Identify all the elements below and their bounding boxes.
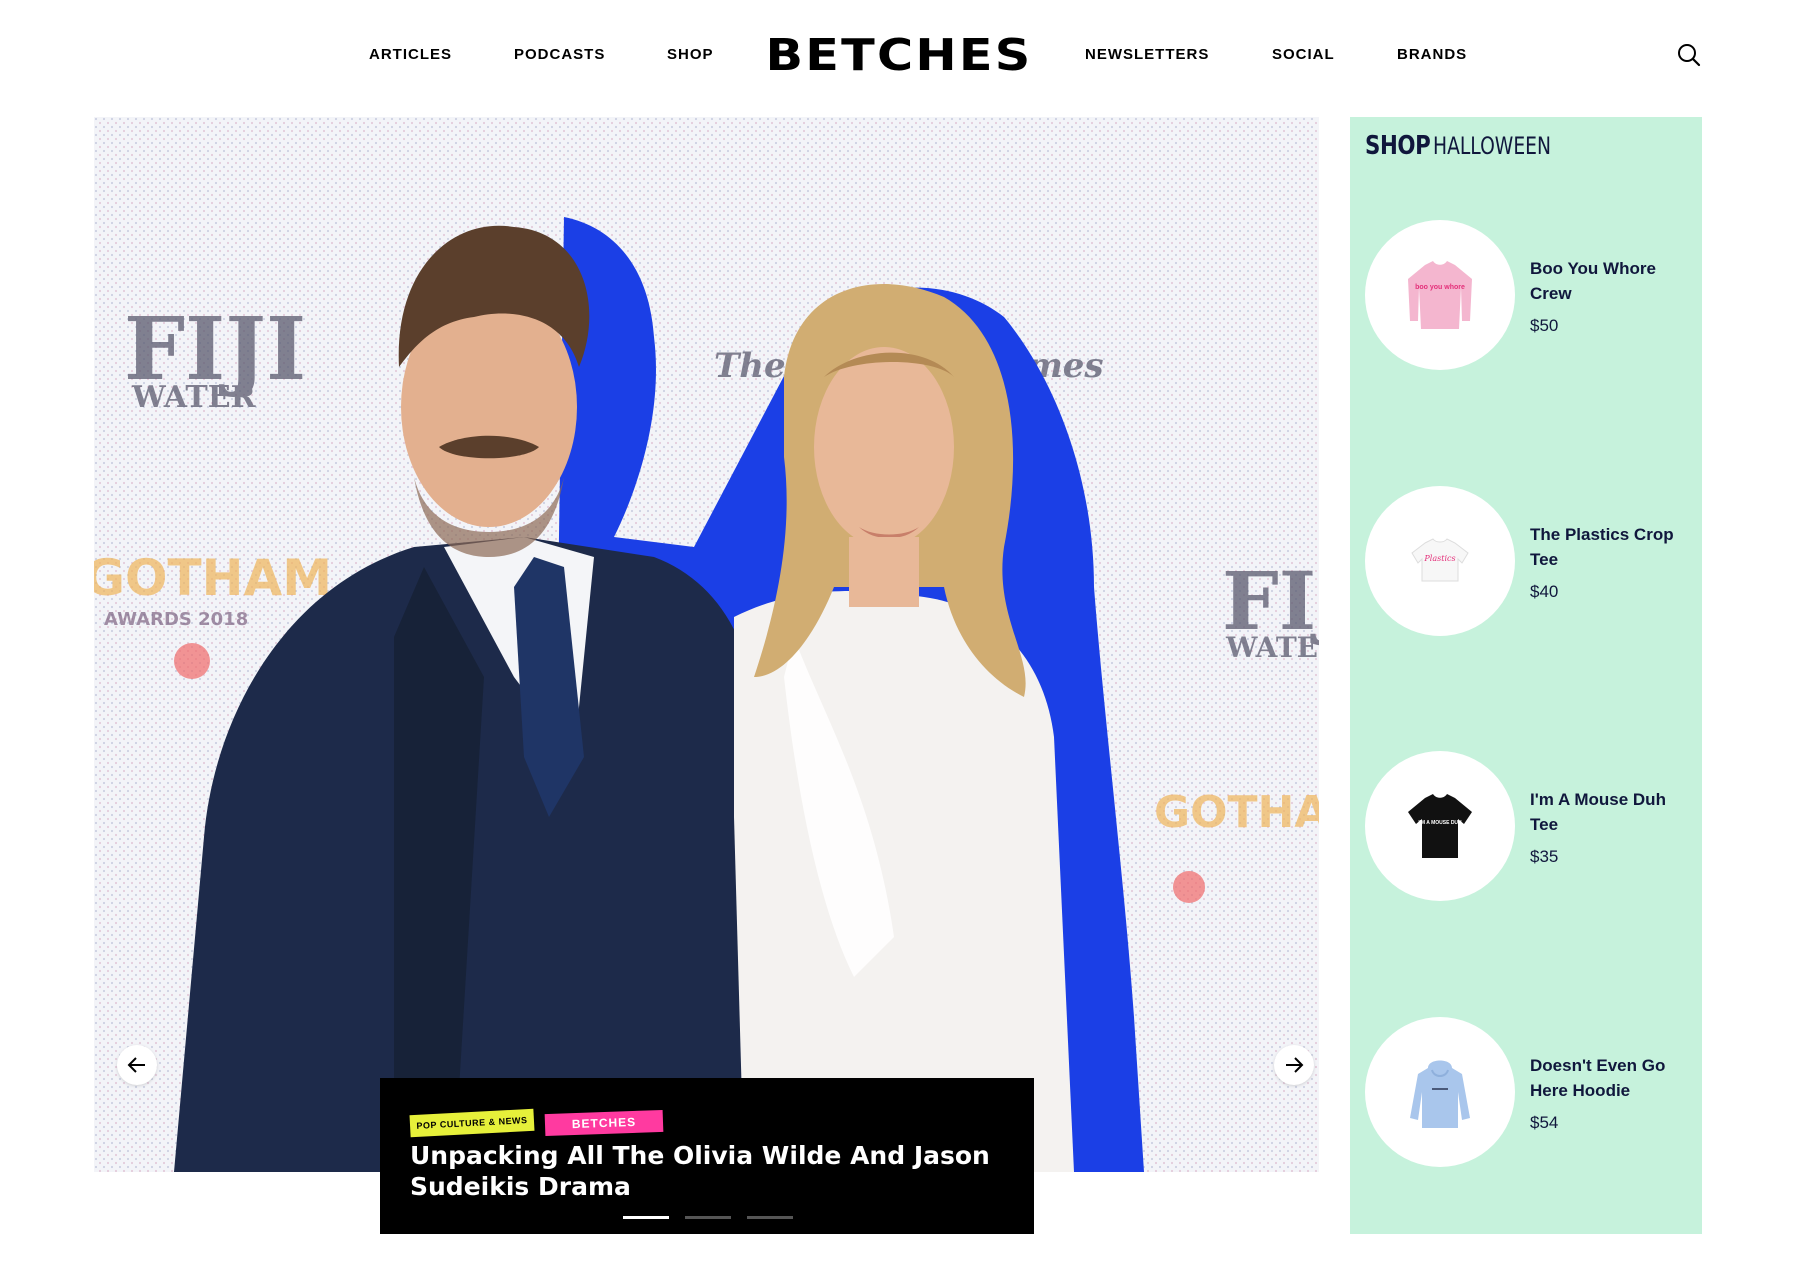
brand-tag[interactable]: BETCHES <box>544 1109 664 1137</box>
crop-tee-icon: Plastics <box>1411 538 1469 582</box>
product-name[interactable]: The Plastics Crop Tee <box>1530 522 1695 572</box>
nav-articles[interactable]: ARTICLES <box>369 46 452 63</box>
product-name[interactable]: I'm A Mouse Duh Tee <box>1530 787 1695 837</box>
product-name[interactable]: Doesn't Even Go Here Hoodie <box>1530 1053 1695 1103</box>
sweatshirt-icon: boo you whore <box>1408 261 1472 329</box>
carousel-next-button[interactable] <box>1274 1045 1314 1085</box>
backdrop-target-right <box>1173 871 1205 903</box>
nav-shop[interactable]: SHOP <box>667 46 714 63</box>
shop-title-bold: SHOP <box>1365 131 1431 161</box>
hoodie-icon <box>1410 1060 1470 1128</box>
backdrop-water-right: WATER <box>1225 631 1319 664</box>
product-thumbnail[interactable]: Plastics <box>1365 486 1515 636</box>
hero-image[interactable]: FIJI WATER The New York Times FIJI WATER… <box>94 117 1319 1172</box>
search-icon <box>1678 44 1701 67</box>
product-thumbnail[interactable] <box>1365 1017 1515 1167</box>
arrow-left-icon <box>127 1057 145 1073</box>
product-card[interactable]: I'M A MOUSE DUH I'm A Mouse Duh Tee $35 <box>1365 751 1695 901</box>
search-button[interactable] <box>1676 42 1702 68</box>
hero-headline[interactable]: Unpacking All The Olivia Wilde And Jason… <box>410 1140 1010 1202</box>
carousel-prev-button[interactable] <box>117 1045 157 1085</box>
carousel-indicators <box>623 1216 793 1219</box>
tshirt-icon: I'M A MOUSE DUH <box>1408 794 1472 858</box>
nav-podcasts[interactable]: PODCASTS <box>514 46 605 63</box>
product-card[interactable]: boo you whore Boo You Whore Crew $50 <box>1365 220 1695 370</box>
carousel-dot-1[interactable] <box>623 1216 669 1219</box>
product-price: $35 <box>1530 847 1559 866</box>
product-print: I'M A MOUSE DUH <box>1418 820 1462 826</box>
nav-brands[interactable]: BRANDS <box>1397 46 1467 63</box>
product-card[interactable]: Doesn't Even Go Here Hoodie $54 <box>1365 1017 1695 1167</box>
product-price: $50 <box>1530 316 1559 335</box>
backdrop-gotham-right: GOTHAM <box>1154 787 1319 838</box>
backdrop-gotham-left: GOTHAM <box>94 549 332 607</box>
hero-carousel: FIJI WATER The New York Times FIJI WATER… <box>94 117 1319 1172</box>
backdrop-awards-left: AWARDS 2018 <box>104 609 248 630</box>
backdrop-water-left: WATER <box>131 380 257 415</box>
category-tag[interactable]: POP CULTURE & NEWS <box>409 1108 535 1138</box>
shop-halloween-panel: SHOP HALLOWEEN boo you whore Boo You Who… <box>1350 117 1702 1234</box>
product-thumbnail[interactable]: I'M A MOUSE DUH <box>1365 751 1515 901</box>
product-thumbnail[interactable]: boo you whore <box>1365 220 1515 370</box>
carousel-dot-2[interactable] <box>685 1216 731 1219</box>
nav-newsletters[interactable]: NEWSLETTERS <box>1085 46 1209 63</box>
carousel-dot-3[interactable] <box>747 1216 793 1219</box>
product-print: boo you whore <box>1415 284 1465 291</box>
product-price: $40 <box>1530 582 1559 601</box>
product-price: $54 <box>1530 1113 1559 1132</box>
product-name[interactable]: Boo You Whore Crew <box>1530 256 1695 306</box>
backdrop-target-left <box>174 643 210 679</box>
arrow-right-icon <box>1286 1057 1304 1073</box>
shop-title[interactable]: SHOP HALLOWEEN <box>1365 131 1584 161</box>
shop-title-light: HALLOWEEN <box>1432 132 1551 160</box>
product-print: Plastics <box>1423 554 1455 563</box>
product-card[interactable]: Plastics The Plastics Crop Tee $40 <box>1365 486 1695 636</box>
brand-logo[interactable]: BETCHES <box>755 30 1044 82</box>
top-navigation: ARTICLES PODCASTS SHOP BETCHES NEWSLETTE… <box>0 0 1799 112</box>
nav-social[interactable]: SOCIAL <box>1272 46 1335 63</box>
hero-caption-card[interactable]: POP CULTURE & NEWS BETCHES Unpacking All… <box>380 1078 1034 1234</box>
